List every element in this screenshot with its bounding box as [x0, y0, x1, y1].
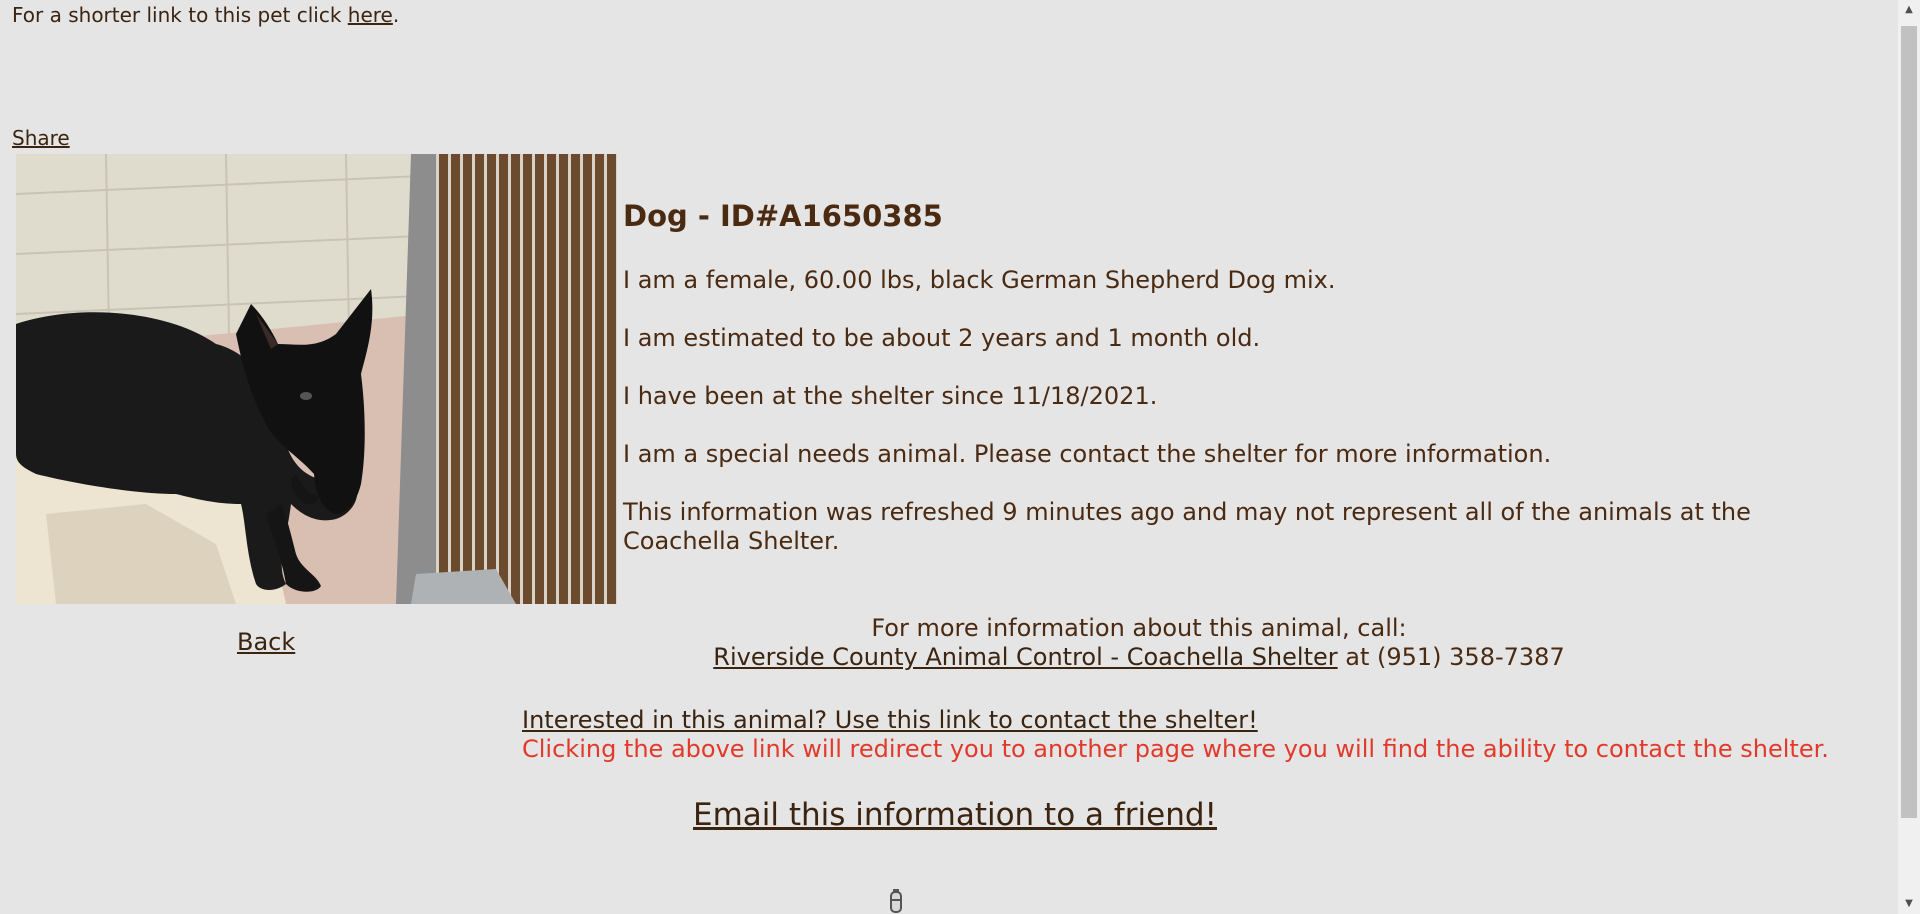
redirect-note: Clicking the above link will redirect yo…	[522, 735, 1829, 763]
animal-description: I am a female, 60.00 lbs, black German S…	[623, 266, 1336, 294]
animal-intake-date: I have been at the shelter since 11/18/2…	[623, 382, 1158, 410]
animal-info: Dog - ID#A1650385 I am a female, 60.00 l…	[623, 196, 1863, 585]
shelter-phone: (951) 358-7387	[1377, 643, 1565, 671]
scroll-up-arrow-icon[interactable]: ▲	[1898, 0, 1920, 20]
short-link-prefix: For a shorter link to this pet click	[12, 3, 348, 27]
short-link-here[interactable]: here	[348, 3, 393, 27]
share-link[interactable]: Share	[12, 126, 70, 150]
short-link-line: For a shorter link to this pet click her…	[12, 3, 399, 27]
phone-prefix: at	[1337, 643, 1377, 671]
call-info: For more information about this animal, …	[623, 614, 1655, 672]
loading-spinner-icon	[887, 888, 905, 914]
animal-title: Dog - ID#A1650385	[623, 199, 943, 233]
refresh-note: This information was refreshed 9 minutes…	[623, 498, 1751, 555]
vertical-scrollbar[interactable]: ▲ ▼	[1898, 0, 1920, 914]
dog-photo-image	[16, 154, 617, 604]
short-link-suffix: .	[392, 3, 400, 27]
back-link[interactable]: Back	[237, 628, 295, 656]
scroll-thumb[interactable]	[1901, 26, 1917, 818]
pet-detail-page: For a shorter link to this pet click her…	[0, 0, 1898, 914]
shelter-contact-line: Riverside County Animal Control - Coache…	[623, 643, 1655, 672]
dog-photo	[16, 154, 617, 604]
scroll-down-arrow-icon[interactable]: ▼	[1898, 894, 1920, 914]
interest-section: Interested in this animal? Use this link…	[522, 706, 1829, 764]
email-friend-link[interactable]: Email this information to a friend!	[693, 797, 1217, 833]
call-prompt: For more information about this animal, …	[871, 614, 1407, 642]
special-needs-note: I am a special needs animal. Please cont…	[623, 440, 1552, 468]
shelter-name-link[interactable]: Riverside County Animal Control - Coache…	[713, 643, 1337, 671]
animal-age: I am estimated to be about 2 years and 1…	[623, 324, 1261, 352]
contact-shelter-link[interactable]: Interested in this animal? Use this link…	[522, 706, 1258, 734]
